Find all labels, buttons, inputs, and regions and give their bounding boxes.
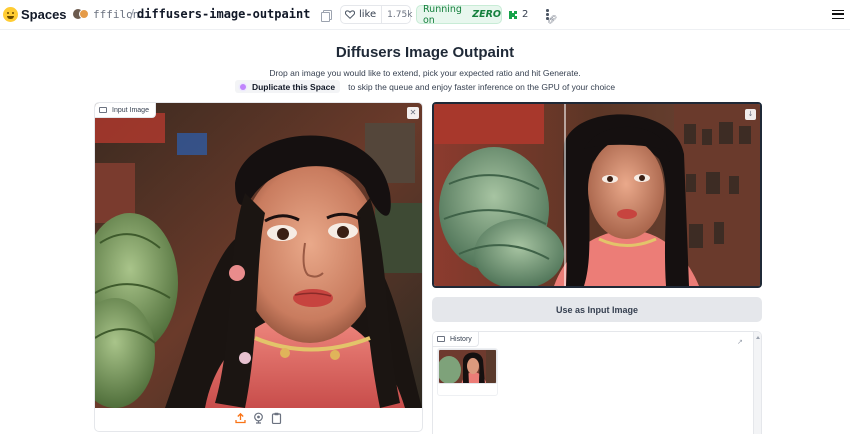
repo-name-link[interactable]: diffusers-image-outpaint [137,7,310,21]
history-scrollbar[interactable] [753,332,761,434]
like-group: like 1.75k [340,5,412,24]
owner-avatar[interactable] [73,9,89,20]
upload-icon[interactable] [235,412,246,424]
repo-separator: / [130,7,135,21]
heart-icon [345,10,355,19]
spaces-link[interactable]: Spaces [21,7,67,22]
clipboard-icon[interactable] [271,412,282,424]
linked-count: 2 [522,9,529,20]
share-icon[interactable]: ↗ [737,338,747,348]
download-icon[interactable]: ↓ [745,109,756,120]
link-icon: 🔗︎ [547,15,558,24]
like-label: like [359,9,377,20]
linked-models-button[interactable]: 2 [508,9,528,20]
input-image-label-text: Input Image [112,106,149,114]
app-title: Diffusers Image Outpaint [335,44,515,61]
top-navigation-bar: Spaces fffiloni / diffusers-image-outpai… [0,0,850,30]
duplicate-note: to skip the queue and enjoy faster infer… [348,81,616,92]
duplicate-row: Duplicate this Space to skip the queue a… [0,80,850,93]
webcam-icon[interactable] [253,412,264,424]
huggingface-logo-icon[interactable] [3,7,18,22]
output-image-panel: ↓ [432,102,762,288]
like-count[interactable]: 1.75k [382,10,417,20]
image-source-toolbar [95,412,422,424]
hamburger-menu-icon[interactable] [832,10,844,19]
image-icon [99,107,107,113]
copy-icon[interactable] [321,10,332,22]
status-hardware: ZERO [472,9,501,20]
puzzle-icon [509,10,517,19]
history-thumbnail[interactable] [438,349,497,384]
input-image-label: Input Image [95,103,156,118]
like-button[interactable]: like [341,6,383,23]
input-image[interactable] [95,103,422,408]
status-prefix: Running on [423,3,462,26]
duplicate-icon [239,83,246,90]
use-as-input-button[interactable]: Use as Input Image [432,297,762,322]
gallery-icon [437,336,445,342]
history-label: History [433,332,479,347]
input-image-panel: Input Image ✕ [94,102,423,432]
history-label-text: History [450,335,472,343]
history-gallery: History ↗ [432,331,762,434]
duplicate-space-button[interactable]: Duplicate this Space [234,80,341,93]
running-status-badge[interactable]: Running on ZERO [416,3,502,26]
output-image-slider[interactable] [434,104,760,286]
duplicate-label: Duplicate this Space [251,81,336,92]
app-description: Drop an image you would like to extend, … [269,68,581,78]
clear-image-close-icon[interactable]: ✕ [407,107,419,119]
